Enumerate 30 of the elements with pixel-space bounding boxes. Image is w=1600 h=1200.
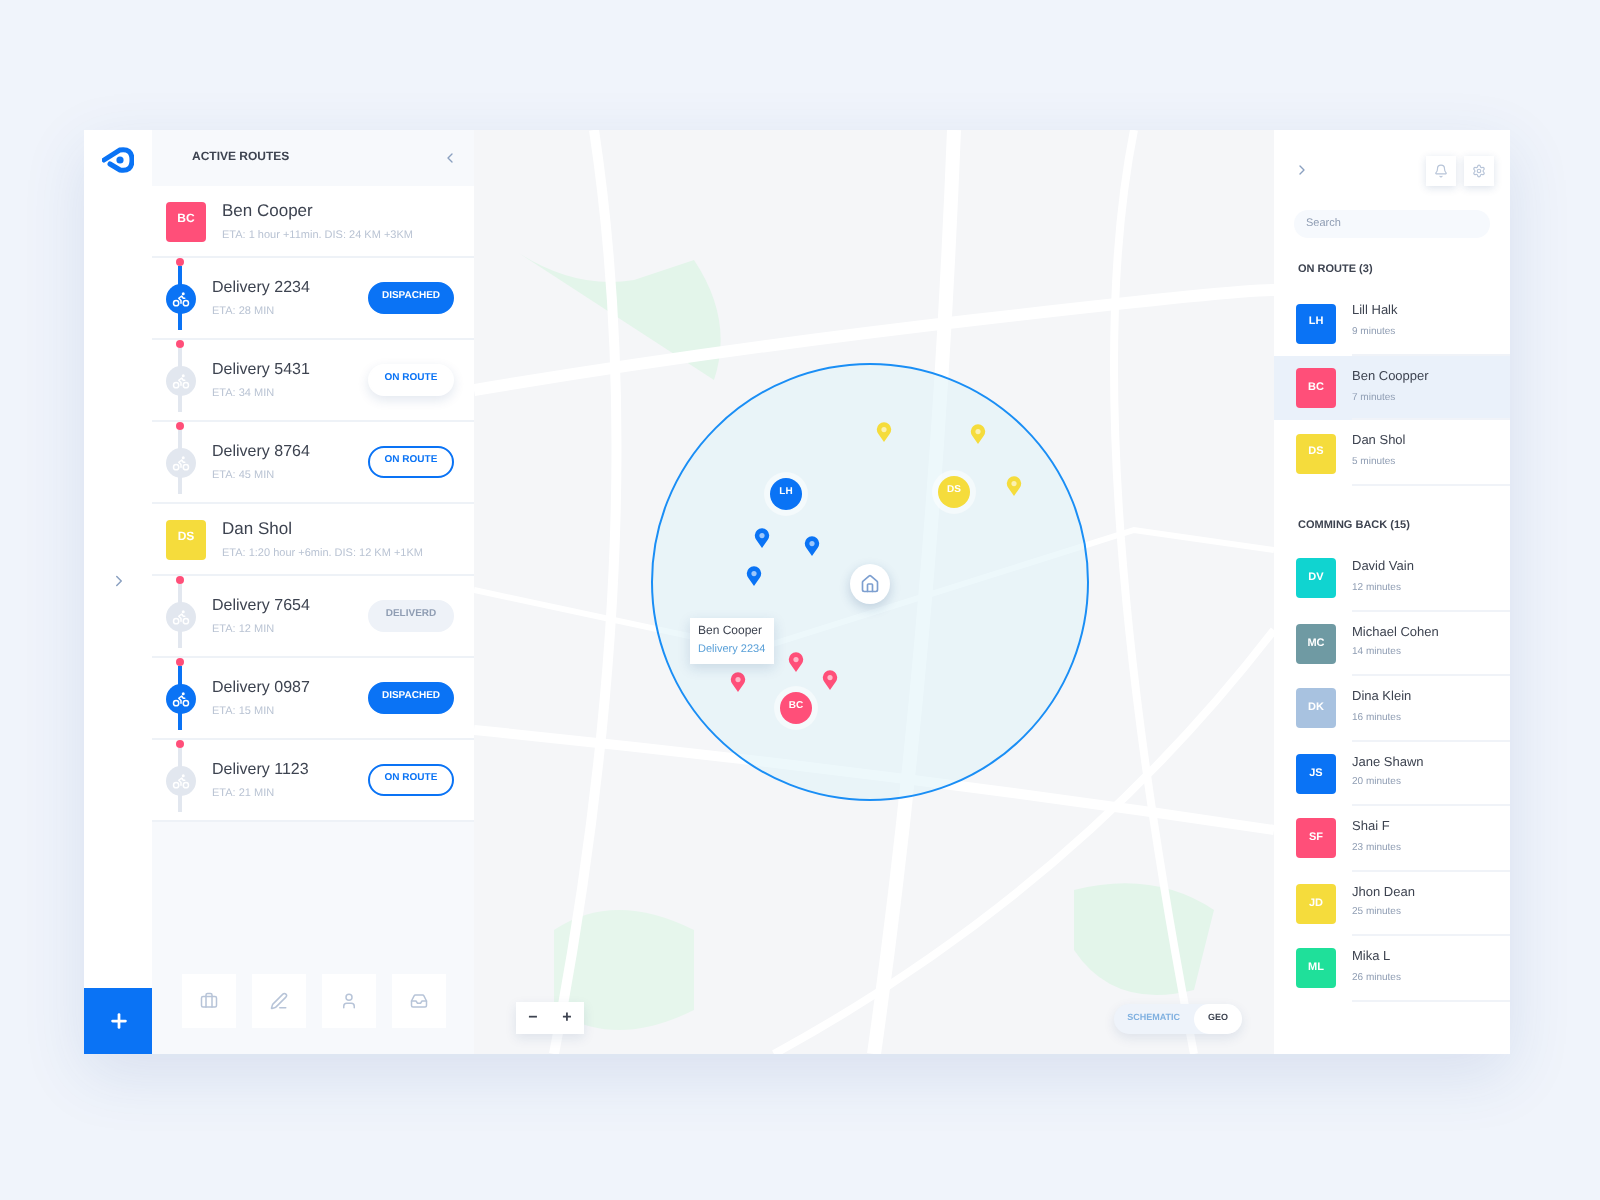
add-button[interactable] — [84, 988, 152, 1054]
bell-icon — [1434, 163, 1448, 177]
delivery-name: Delivery 5431 — [212, 357, 312, 382]
zoom-out-button[interactable]: − — [516, 1002, 550, 1034]
inbox-icon[interactable] — [391, 974, 445, 1028]
settings-icon — [1472, 163, 1486, 177]
expand-icon[interactable] — [1294, 162, 1310, 178]
home-icon — [860, 574, 880, 594]
pin-icon[interactable] — [788, 652, 804, 672]
briefcase-icon[interactable] — [181, 974, 235, 1028]
settings-button[interactable] — [1464, 155, 1494, 185]
plus-icon — [107, 1010, 129, 1032]
delivery-name: Delivery 0987 — [212, 675, 312, 700]
notifications-button[interactable] — [1426, 155, 1456, 185]
driver-name: Ben Cooper — [222, 198, 315, 224]
delivery-name: Delivery 7654 — [212, 593, 312, 618]
user-icon[interactable] — [321, 974, 375, 1028]
collapse-icon[interactable] — [442, 150, 458, 166]
pin-icon[interactable] — [730, 672, 746, 692]
logo-icon[interactable] — [102, 146, 134, 174]
driver-name: Dan Shol — [222, 516, 294, 542]
pin-icon[interactable] — [754, 528, 770, 548]
pen-icon[interactable] — [251, 974, 305, 1028]
pin-icon[interactable] — [746, 566, 762, 586]
pin-icon[interactable] — [804, 536, 820, 556]
delivery-name: Delivery 8764 — [212, 439, 312, 464]
delivery-name: Delivery 1123 — [212, 757, 311, 782]
zoom-in-button[interactable]: + — [550, 1002, 584, 1034]
delivery-name: Delivery 2234 — [212, 275, 312, 300]
pin-icon[interactable] — [822, 670, 838, 690]
